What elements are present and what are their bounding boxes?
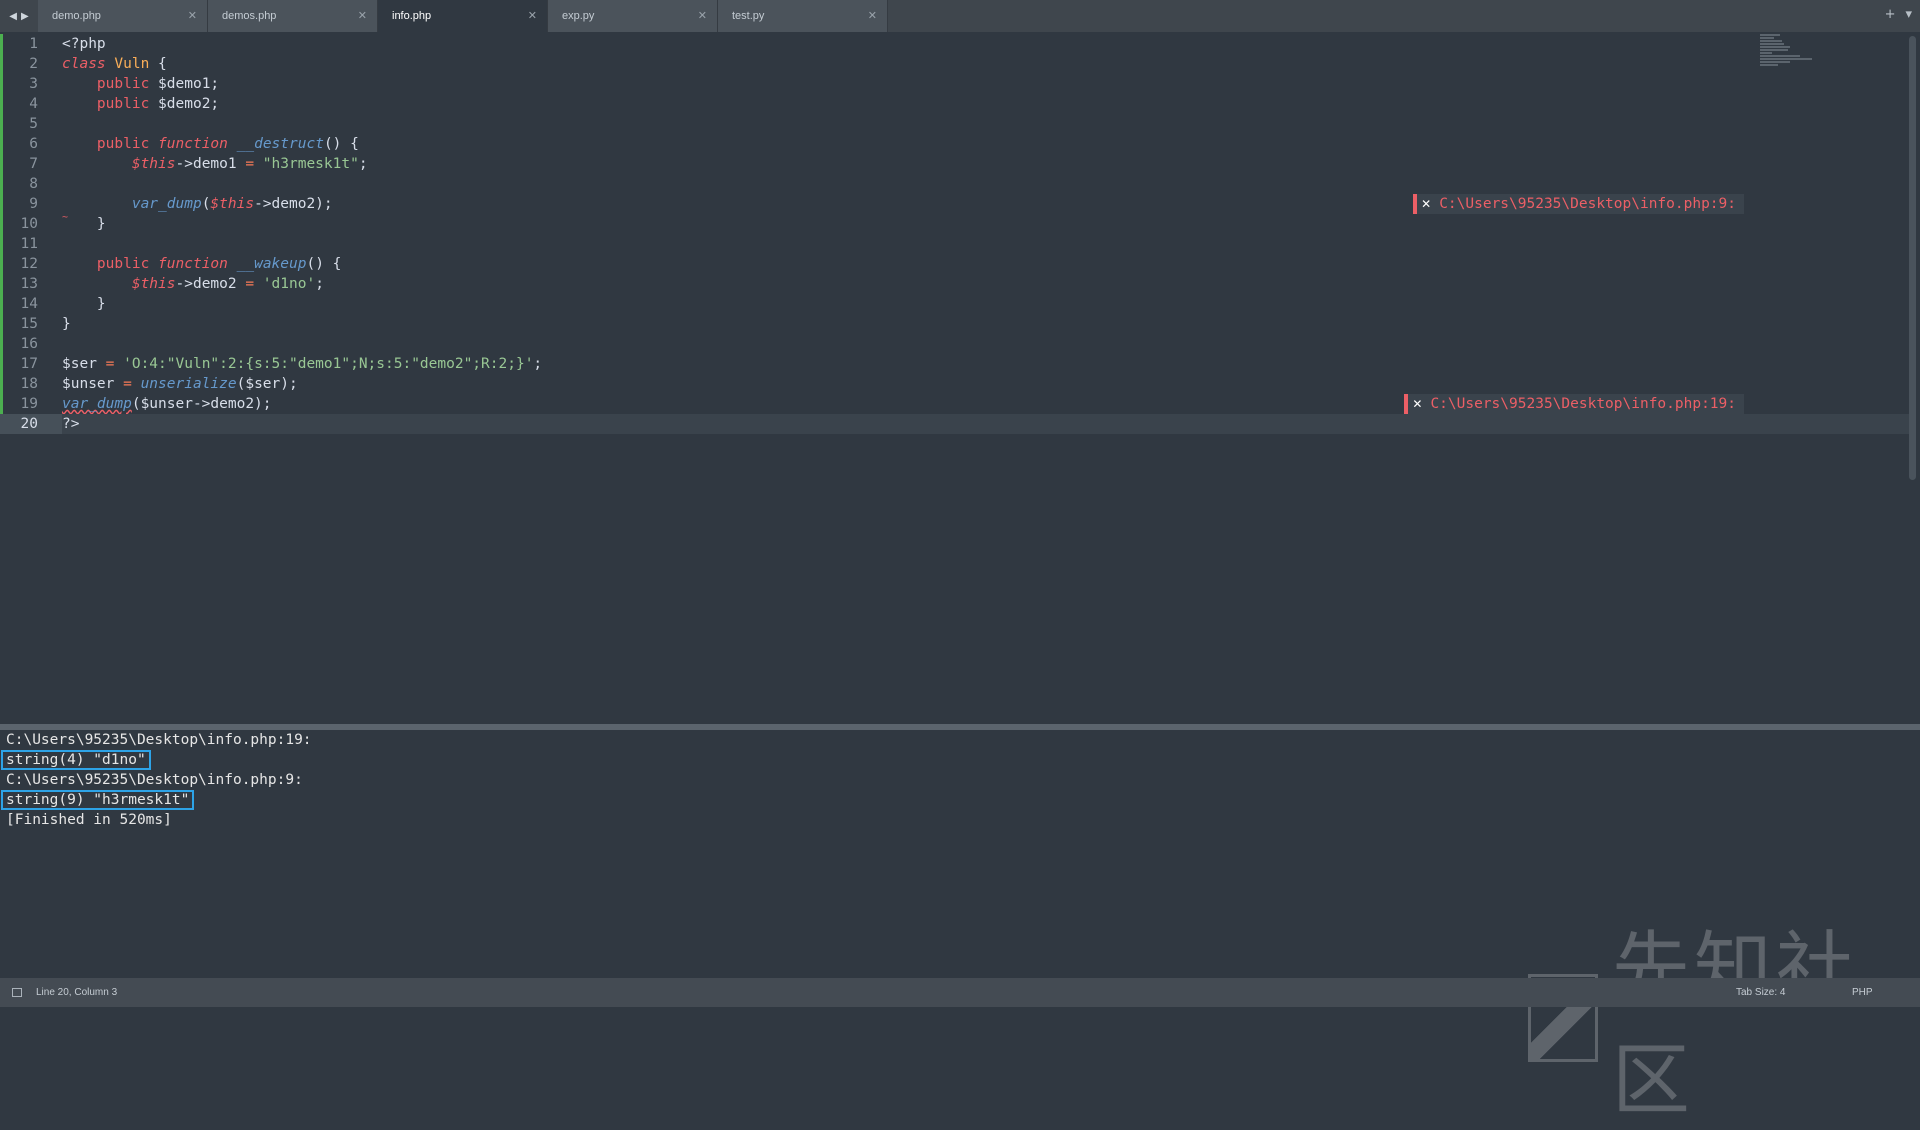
code-line: 18 $unser = unserialize($ser); — [0, 374, 1910, 394]
line-number: 3 — [29, 76, 38, 92]
line-number: 16 — [20, 336, 38, 352]
code-line-current: 20 ?> — [0, 414, 1910, 434]
line-number: 8 — [29, 176, 38, 192]
tab-info-php[interactable]: info.php ✕ — [378, 0, 548, 32]
code-line: 8 — [0, 174, 1910, 194]
tab-menu-icon[interactable]: ▾ — [1905, 7, 1912, 22]
line-number: 5 — [29, 116, 38, 132]
tab-demos-php[interactable]: demos.php ✕ — [208, 0, 378, 32]
code-line: 7 $this->demo1 = "h3rmesk1t"; — [0, 154, 1910, 174]
tab-label: info.php — [392, 10, 432, 22]
tab-label: demo.php — [52, 10, 101, 22]
code-lines: 1 <?php 2 class Vuln { 3 public $demo1; 4 … — [0, 34, 1910, 434]
tab-label: exp.py — [562, 10, 595, 22]
code-line: 19 var_dump($unser->demo2); ✕ C:\Users\952… — [0, 394, 1910, 414]
lint-error-icon: ~ — [62, 212, 69, 223]
line-number: 20 — [0, 414, 62, 434]
cursor-position: Line 20, Column 3 — [36, 987, 118, 998]
code-line: 15} — [0, 314, 1910, 334]
line-number: 11 — [20, 236, 38, 252]
tab-bar: ◀ ▶ demo.php ✕ demos.php ✕ info.php ✕ ex… — [0, 0, 1920, 32]
code-line: 5 — [0, 114, 1910, 134]
close-icon[interactable]: ✕ — [698, 10, 707, 22]
output-line: [Finished in 520ms] — [6, 812, 172, 828]
code-line: 12 public function __wakeup() { — [0, 254, 1910, 274]
output-line: C:\Users\95235\Desktop\info.php:19: — [6, 732, 312, 748]
debug-phantom-line9: ✕ C:\Users\95235\Desktop\info.php:9: — [1413, 194, 1744, 214]
minimap[interactable] — [1760, 34, 1816, 76]
close-icon[interactable]: ✕ — [1412, 394, 1422, 414]
line-number: 15 — [20, 316, 38, 332]
line-number: 18 — [20, 376, 38, 392]
close-icon[interactable]: ✕ — [1421, 194, 1431, 214]
tab-label: test.py — [732, 10, 765, 22]
close-icon[interactable]: ✕ — [188, 10, 197, 22]
line-number: 4 — [29, 96, 38, 112]
line-number: 14 — [20, 296, 38, 312]
code-line: 14 } — [0, 294, 1910, 314]
code-line: 4 public $demo2; — [0, 94, 1910, 114]
code-line: 11 — [0, 234, 1910, 254]
code-line: 3 public $demo1; — [0, 74, 1910, 94]
syntax-selector[interactable]: PHP — [1852, 987, 1873, 998]
debug-phantom-line19: ✕ C:\Users\95235\Desktop\info.php:19: — [1404, 394, 1744, 414]
line-number: 13 — [20, 276, 38, 292]
build-output-panel: C:\Users\95235\Desktop\info.php:19: stri… — [0, 730, 1920, 978]
code-line: 10 } ~ — [0, 212, 1910, 234]
next-tab-icon[interactable]: ▶ — [21, 11, 29, 22]
code-line: 9 var_dump($this->demo2); ✕ C:\Users\9523… — [0, 194, 1910, 214]
close-icon[interactable]: ✕ — [528, 10, 537, 22]
close-icon[interactable]: ✕ — [868, 10, 877, 22]
line-number: 10 — [20, 216, 38, 232]
output-line-highlighted: string(9) "h3rmesk1t" — [0, 790, 1920, 810]
tab-test-py[interactable]: test.py ✕ — [718, 0, 888, 32]
close-icon[interactable]: ✕ — [358, 10, 367, 22]
tab-size-selector[interactable]: Tab Size: 4 — [1736, 987, 1785, 998]
panel-toggle-icon[interactable] — [12, 988, 22, 997]
output-line: C:\Users\95235\Desktop\info.php:9: — [6, 772, 303, 788]
tab-controls: + ▾ — [1885, 7, 1912, 22]
tab-label: demos.php — [222, 10, 277, 22]
code-line: 2 class Vuln { — [0, 54, 1910, 74]
line-number: 9 — [29, 196, 38, 212]
tab-demo-php[interactable]: demo.php ✕ — [38, 0, 208, 32]
code-line: 6 public function __destruct() { — [0, 134, 1910, 154]
line-number: 12 — [20, 256, 38, 272]
output-line-highlighted: string(4) "d1no" — [0, 750, 1920, 770]
line-number: 17 — [20, 356, 38, 372]
code-line: 1 <?php — [0, 34, 1910, 54]
line-number: 2 — [29, 56, 38, 72]
code-line: 16 — [0, 334, 1910, 354]
previous-tab-icon[interactable]: ◀ — [9, 11, 17, 22]
code-line: 17 $ser = 'O:4:"Vuln":2:{s:5:"demo1";N;s:… — [0, 354, 1910, 374]
editor-scrollbar[interactable] — [1909, 36, 1916, 480]
line-number: 1 — [29, 36, 38, 52]
status-bar: Line 20, Column 3 Tab Size: 4 PHP — [0, 978, 1920, 1007]
code-line: 13 $this->demo2 = 'd1no'; — [0, 274, 1910, 294]
new-tab-icon[interactable]: + — [1885, 7, 1896, 22]
tab-exp-py[interactable]: exp.py ✕ — [548, 0, 718, 32]
line-number: 19 — [20, 396, 38, 412]
tab-navigation: ◀ ▶ — [0, 0, 38, 32]
line-number: 7 — [29, 156, 38, 172]
code-editor[interactable]: 1 <?php 2 class Vuln { 3 public $demo1; 4 … — [0, 32, 1920, 724]
line-number: 6 — [29, 136, 38, 152]
